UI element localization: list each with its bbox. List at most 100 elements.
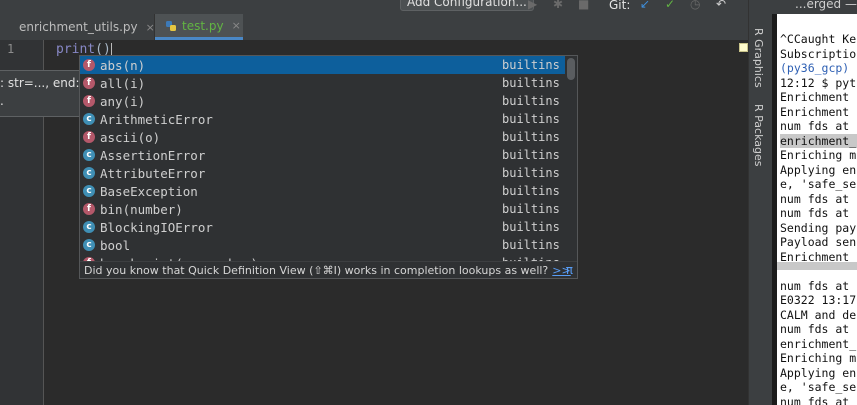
terminal-line: e, 'safe_se — [780, 380, 857, 394]
completion-item-module: builtins — [502, 112, 560, 126]
completion-item[interactable]: c BaseException builtins — [80, 182, 565, 200]
git-rollback-icon[interactable]: ↶ — [716, 0, 726, 11]
completion-item-module: builtins — [502, 184, 560, 198]
terminal-line: num fds at — [780, 394, 850, 405]
parameter-info-text: . — [0, 94, 4, 108]
completion-item-module: builtins — [502, 166, 560, 180]
stop-icon[interactable]: ■ — [578, 0, 589, 11]
class-icon: c — [83, 149, 95, 161]
completion-item-name: ArithmeticError — [100, 111, 213, 127]
git-update-icon[interactable]: ↙ — [640, 0, 650, 11]
completion-tip: Did you know that Quick Definition View … — [80, 261, 577, 278]
completion-item-module: builtins — [502, 58, 560, 72]
terminal-output: ^CCaught Ke Subscriptio (py36_gcp) (12:12 … — [780, 32, 857, 405]
warning-marker-icon[interactable] — [739, 43, 748, 52]
terminal-line: (py36_gcp) ( — [780, 61, 857, 75]
function-icon: f — [83, 131, 95, 143]
completion-scrollbar-track[interactable] — [565, 56, 577, 261]
completion-item-module: builtins — [502, 238, 560, 252]
tab-test[interactable]: test.py × — [155, 14, 243, 40]
tab-enrichment-utils[interactable]: enrichment_utils.py × — [0, 14, 155, 40]
terminal-line: Enrichment — [780, 104, 850, 119]
terminal-line: num fds at — [780, 322, 850, 336]
completion-item-module: builtins — [502, 220, 560, 234]
completion-item[interactable]: f any(i) builtins — [80, 92, 565, 110]
parameter-info-tooltip: : str=..., end: . — [0, 70, 80, 117]
completion-item[interactable]: c bool builtins — [80, 236, 565, 254]
completion-list: f abs(n) builtins f all(i) builtins f any(i) bui… — [80, 56, 565, 261]
line-number: 1 — [7, 42, 15, 56]
pi-icon[interactable]: π — [566, 262, 573, 278]
function-icon: f — [83, 59, 95, 71]
close-tab-icon[interactable]: × — [232, 19, 241, 32]
completion-item-module: builtins — [502, 130, 560, 144]
terminal-line: Enriching m — [780, 148, 857, 162]
terminal-line: e, 'safe_se — [780, 177, 857, 191]
completion-item-name: ascii(o) — [100, 129, 161, 145]
completion-item[interactable]: f abs(n) builtins — [80, 56, 565, 74]
python-file-icon — [166, 20, 176, 31]
run-icon[interactable]: ▶ — [528, 0, 537, 11]
git-commit-icon[interactable]: ✓ — [665, 0, 675, 11]
editor-tab-bar: enrichment_utils.py × test.py × — [0, 14, 748, 41]
completion-item[interactable]: c BlockingIOError builtins — [80, 218, 565, 236]
function-icon: f — [83, 95, 95, 107]
completion-item[interactable]: c AttributeError builtins — [80, 164, 565, 182]
terminal-line: enrichment_ — [780, 336, 857, 351]
class-icon: c — [83, 185, 95, 197]
toolbar: Add Configuration... ▶ ✱ ■ Git: ↙ ✓ ◷ ↶ — [0, 0, 748, 14]
completion-scrollbar-thumb[interactable] — [567, 58, 575, 80]
add-configuration-button[interactable]: Add Configuration... — [400, 0, 534, 11]
class-icon: c — [83, 221, 95, 233]
class-icon: c — [83, 167, 95, 179]
completion-item-name: bool — [100, 237, 131, 253]
terminal-line: num fds at — [780, 278, 850, 293]
terminal-line: Payload sen — [780, 235, 857, 249]
completion-item-name: BaseException — [100, 183, 198, 199]
terminal-line: CALM and de — [780, 307, 857, 322]
terminal-line: Enriching m — [780, 351, 857, 365]
completion-item-module: builtins — [502, 94, 560, 108]
completion-item-module: builtins — [502, 202, 560, 216]
terminal-line: Subscriptio — [780, 46, 857, 61]
terminal-window[interactable]: ^CCaught Ke Subscriptio (py36_gcp) (12:12 … — [772, 14, 857, 405]
git-label: Git: — [609, 0, 631, 12]
r-graphics-tab[interactable]: R Graphics — [752, 28, 765, 88]
completion-item[interactable]: f bin(number) builtins — [80, 200, 565, 218]
completion-item-name: AttributeError — [100, 165, 206, 181]
terminal-line: E0322 13:17 — [780, 293, 857, 307]
terminal-title-bar: ...erged — — [772, 0, 857, 14]
completion-item[interactable]: f ascii(o) builtins — [80, 128, 565, 146]
completion-item-name: abs(n) — [100, 57, 146, 73]
completion-item[interactable]: fbreakpoint(args, kws)builtins — [80, 254, 565, 261]
completion-item-name: AssertionError — [100, 147, 206, 163]
terminal-line: Enrichment — [780, 249, 850, 264]
completion-item[interactable]: c AssertionError builtins — [80, 146, 565, 164]
tab-label: test.py — [182, 18, 224, 33]
terminal-border — [772, 14, 777, 405]
completion-item[interactable]: c ArithmeticError builtins — [80, 110, 565, 128]
r-packages-tab[interactable]: R Packages — [752, 104, 765, 166]
terminal-line: Applying en — [780, 162, 857, 177]
completion-item-module: builtins — [502, 148, 560, 162]
debug-icon[interactable]: ✱ — [553, 0, 563, 11]
function-icon: f — [83, 77, 95, 89]
terminal-line: ^CCaught Ke — [780, 32, 857, 46]
completion-item-name: bin(number) — [100, 201, 183, 217]
git-history-icon[interactable]: ◷ — [690, 0, 700, 11]
completion-item-module: builtins — [502, 76, 560, 90]
class-icon: c — [83, 239, 95, 251]
terminal-line: num fds at — [780, 191, 850, 206]
completion-item[interactable]: f all(i) builtins — [80, 74, 565, 92]
right-tool-strip: R Graphics R Packages — [748, 0, 772, 405]
parameter-info-text: : str=..., end: — [0, 76, 80, 90]
terminal-line: Applying en — [780, 365, 857, 380]
terminal-line: num fds at — [780, 119, 850, 133]
terminal-line: enrichment_ — [780, 133, 857, 148]
completion-tip-text: Did you know that Quick Definition View … — [84, 264, 549, 277]
terminal-line: Sending pay — [780, 220, 857, 235]
completion-popup: f abs(n) builtins f all(i) builtins f any(i) bui… — [79, 55, 578, 279]
completion-item-name: all(i) — [100, 75, 146, 91]
terminal-line: Enrichment — [780, 90, 850, 104]
class-icon: c — [83, 113, 95, 125]
